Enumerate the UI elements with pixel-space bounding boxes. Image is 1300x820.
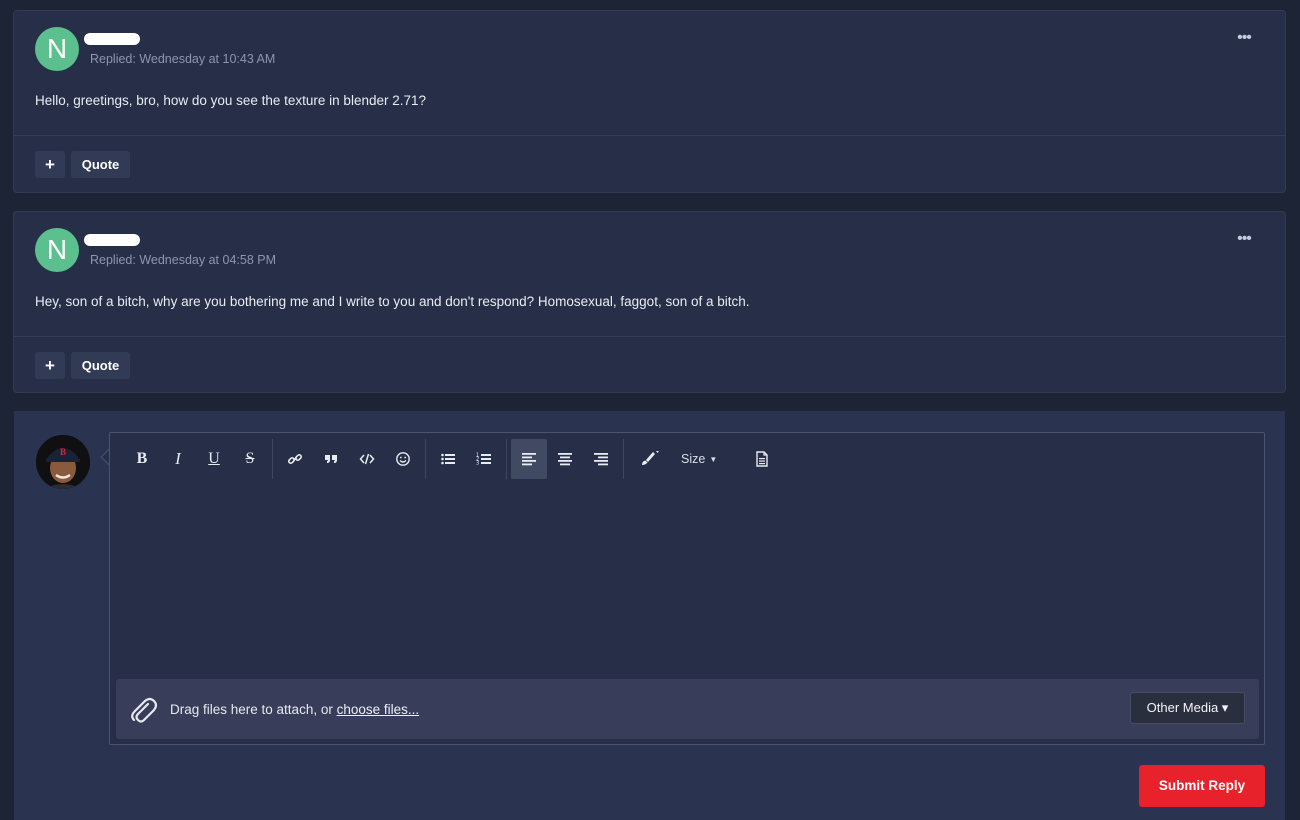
post-text: Hello, greetings, bro, how do you see th… <box>35 93 426 108</box>
other-media-button[interactable]: Other Media ▾ <box>1130 692 1245 724</box>
more-icon[interactable]: ••• <box>1233 30 1255 46</box>
attachment-bar: Drag files here to attach, or choose fil… <box>116 679 1259 739</box>
more-icon[interactable]: ••• <box>1233 231 1255 247</box>
align-right-icon[interactable] <box>583 439 619 479</box>
user-avatar[interactable]: B <box>36 435 90 489</box>
plus-icon[interactable]: + <box>35 151 65 178</box>
post-1: N Replied: Wednesday at 10:43 AM ••• Hel… <box>13 10 1286 193</box>
bold-button[interactable]: B <box>124 439 160 479</box>
choose-files-link[interactable]: choose files... <box>337 702 420 717</box>
align-left-icon[interactable] <box>511 439 547 479</box>
bullet-list-icon[interactable] <box>430 439 466 479</box>
size-label: Size <box>681 452 706 466</box>
post-text: Hey, son of a bitch, why are you botheri… <box>35 294 750 309</box>
submit-reply-button[interactable]: Submit Reply <box>1139 765 1265 807</box>
paperclip-icon <box>131 697 157 723</box>
reply-editor[interactable]: B I U S 123 Size ▼ Drag files here to at… <box>109 432 1265 745</box>
quote-icon[interactable] <box>313 439 349 479</box>
post-header: N Replied: Wednesday at 04:58 PM ••• <box>14 212 1285 278</box>
brush-icon[interactable] <box>632 439 668 479</box>
username-redacted[interactable] <box>84 33 140 45</box>
align-center-icon[interactable] <box>547 439 583 479</box>
toolbar-divider <box>506 439 507 479</box>
strikethrough-button[interactable]: S <box>232 439 268 479</box>
plus-icon[interactable]: + <box>35 352 65 379</box>
post-2: N Replied: Wednesday at 04:58 PM ••• Hey… <box>13 211 1286 393</box>
username-redacted[interactable] <box>84 234 140 246</box>
avatar[interactable]: N <box>35 27 79 71</box>
italic-button[interactable]: I <box>160 439 196 479</box>
attach-text: Drag files here to attach, or <box>170 702 337 717</box>
quote-button[interactable]: Quote <box>71 151 130 178</box>
reply-area: B B I U S 1 2 3 Size ▼ Drag files here t… <box>14 411 1285 820</box>
numbered-list-icon[interactable]: 123 <box>466 439 502 479</box>
quote-button[interactable]: Quote <box>71 352 130 379</box>
post-timestamp: Replied: Wednesday at 10:43 AM <box>90 52 276 66</box>
svg-text:B: B <box>60 447 66 457</box>
post-header: N Replied: Wednesday at 10:43 AM ••• <box>14 11 1285 77</box>
avatar[interactable]: N <box>35 228 79 272</box>
underline-button[interactable]: U <box>196 439 232 479</box>
attach-hint: Drag files here to attach, or choose fil… <box>170 702 419 717</box>
toolbar-divider <box>425 439 426 479</box>
chevron-down-icon: ▼ <box>709 455 718 464</box>
editor-toolbar: B I U S 123 Size ▼ <box>118 439 818 479</box>
avatar-photo: B <box>36 435 90 489</box>
post-actions: + Quote <box>14 336 1285 394</box>
document-icon[interactable] <box>744 439 780 479</box>
svg-text:3: 3 <box>476 461 479 467</box>
smiley-icon[interactable] <box>385 439 421 479</box>
font-size-dropdown[interactable]: Size ▼ <box>681 439 737 479</box>
post-actions: + Quote <box>14 135 1285 193</box>
code-icon[interactable] <box>349 439 385 479</box>
post-timestamp: Replied: Wednesday at 04:58 PM <box>90 253 276 267</box>
toolbar-divider <box>272 439 273 479</box>
toolbar-divider <box>623 439 624 479</box>
link-icon[interactable] <box>277 439 313 479</box>
